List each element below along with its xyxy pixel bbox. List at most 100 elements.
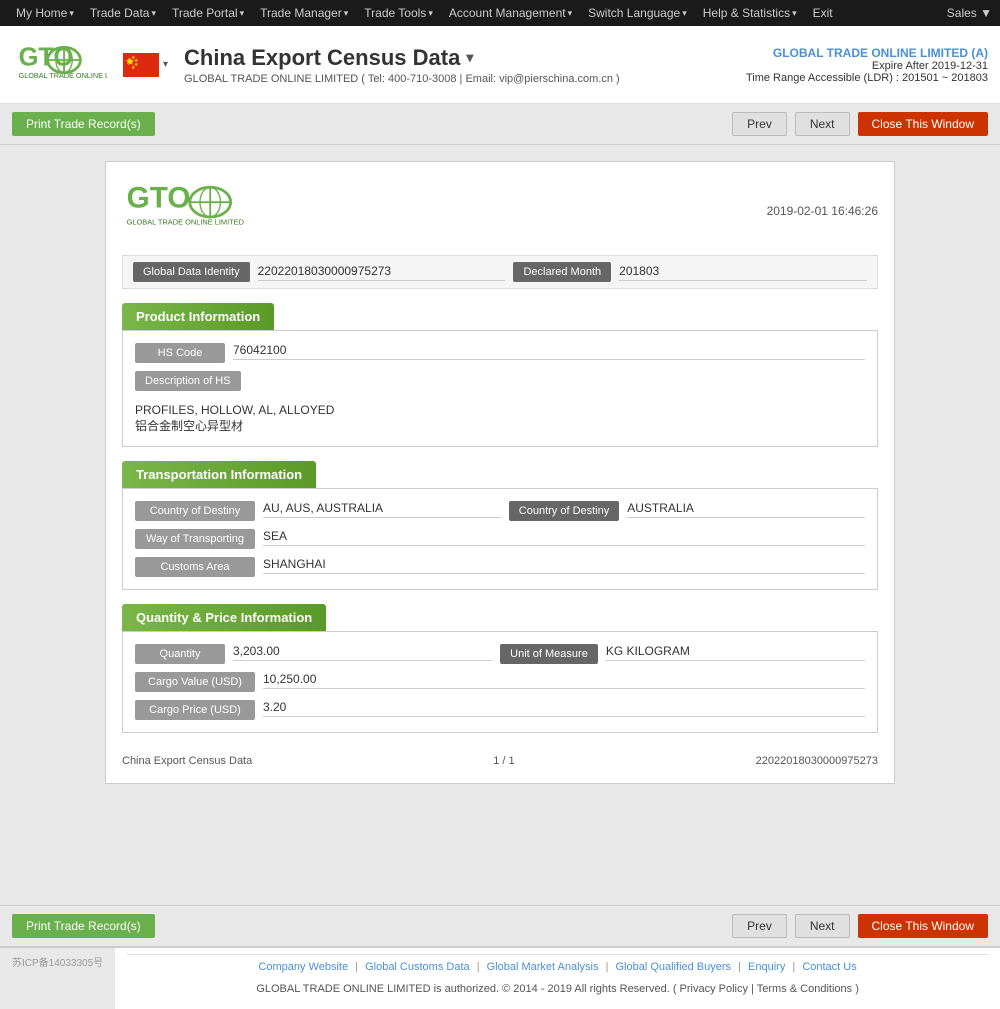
transportation-section: Transportation Information Country of De… — [122, 461, 878, 590]
close-button-top[interactable]: Close This Window — [858, 112, 988, 136]
quantity-row: Quantity 3,203.00 Unit of Measure KG KIL… — [135, 644, 865, 664]
record-datetime: 2019-02-01 16:46:26 — [767, 204, 878, 218]
nav-help-statistics[interactable]: Help & Statistics ▾ — [695, 0, 805, 26]
prev-button-top[interactable]: Prev — [732, 112, 787, 136]
header-bar: GTO GLOBAL TRADE ONLINE LIMITED ★ ★ ★ ★ … — [0, 26, 1000, 104]
product-section-header: Product Information — [122, 303, 274, 330]
hs-code-value: 76042100 — [233, 343, 865, 360]
expire-date: Expire After 2019-12-31 — [746, 60, 988, 72]
nav-trade-portal[interactable]: Trade Portal ▾ — [164, 0, 252, 26]
bottom-toolbar: Print Trade Record(s) Prev Next Close Th… — [0, 905, 1000, 947]
cargo-price-value: 3.20 — [263, 700, 865, 717]
desc-hs-value: PROFILES, HOLLOW, AL, ALLOYED — [135, 403, 334, 417]
footer-links: Company Website | Global Customs Data | … — [127, 954, 988, 979]
header-right: GLOBAL TRADE ONLINE LIMITED (A) Expire A… — [746, 46, 988, 84]
quantity-section: Quantity & Price Information Quantity 3,… — [122, 604, 878, 733]
record-gto-logo-svg: GTO GLOBAL TRADE ONLINE LIMITED — [122, 178, 252, 243]
record-logo: GTO GLOBAL TRADE ONLINE LIMITED — [122, 178, 252, 243]
svg-text:GLOBAL TRADE ONLINE LIMITED: GLOBAL TRADE ONLINE LIMITED — [127, 217, 244, 226]
transport-section-header: Transportation Information — [122, 461, 316, 488]
toolbar-left: Print Trade Record(s) — [12, 112, 155, 136]
cargo-price-row: Cargo Price (USD) 3.20 — [135, 700, 865, 720]
transport-section-body: Country of Destiny AU, AUS, AUSTRALIA Co… — [122, 488, 878, 590]
top-navigation: My Home ▾ Trade Data ▾ Trade Portal ▾ Tr… — [0, 0, 1000, 26]
card-footer: China Export Census Data 1 / 1 220220180… — [122, 747, 878, 767]
quantity-section-header: Quantity & Price Information — [122, 604, 326, 631]
toolbar-right: Prev Next Close This Window — [732, 112, 988, 136]
hs-code-row: HS Code 76042100 — [135, 343, 865, 363]
nav-my-home[interactable]: My Home ▾ — [8, 0, 82, 26]
close-button-bottom[interactable]: Close This Window — [858, 914, 988, 938]
ldr-range: Time Range Accessible (LDR) : 201501 ~ 2… — [746, 72, 988, 84]
link-enquiry[interactable]: Enquiry — [748, 961, 785, 973]
country-dest-row: Country of Destiny AU, AUS, AUSTRALIA Co… — [135, 501, 865, 521]
nav-account-management[interactable]: Account Management ▾ — [441, 0, 580, 26]
country-dest-value: AU, AUS, AUSTRALIA — [263, 501, 501, 518]
nav-exit[interactable]: Exit — [805, 0, 841, 26]
link-global-customs[interactable]: Global Customs Data — [365, 961, 470, 973]
divider-1: | — [355, 961, 358, 973]
footer-center: 1 / 1 — [493, 755, 514, 767]
customs-area-value: SHANGHAI — [263, 557, 865, 574]
cargo-value-label: Cargo Value (USD) — [135, 672, 255, 692]
print-button-bottom[interactable]: Print Trade Record(s) — [12, 914, 155, 938]
desc-hs-label: Description of HS — [135, 371, 241, 391]
china-flag: ★ ★ ★ ★ ★ — [123, 53, 159, 77]
declared-month-value: 201803 — [619, 264, 867, 281]
link-contact-us[interactable]: Contact Us — [802, 961, 856, 973]
product-section-body: HS Code 76042100 Description of HS PROFI… — [122, 330, 878, 447]
top-toolbar: Print Trade Record(s) Prev Next Close Th… — [0, 104, 1000, 145]
unit-value: KG KILOGRAM — [606, 644, 865, 661]
unit-label: Unit of Measure — [500, 644, 598, 664]
link-global-buyers[interactable]: Global Qualified Buyers — [615, 961, 731, 973]
desc-hs-cn: 铝合金制空心异型材 — [135, 417, 334, 434]
gto-logo: GTO GLOBAL TRADE ONLINE LIMITED — [12, 40, 107, 90]
link-global-market[interactable]: Global Market Analysis — [487, 961, 599, 973]
nav-trade-data[interactable]: Trade Data ▾ — [82, 0, 164, 26]
quantity-section-body: Quantity 3,203.00 Unit of Measure KG KIL… — [122, 631, 878, 733]
title-arrow[interactable]: ▾ — [466, 49, 473, 66]
cargo-price-label: Cargo Price (USD) — [135, 700, 255, 720]
hs-code-label: HS Code — [135, 343, 225, 363]
prev-button-bottom[interactable]: Prev — [732, 914, 787, 938]
flag-area: ★ ★ ★ ★ ★ ▾ — [123, 53, 168, 77]
footer-left: China Export Census Data — [122, 755, 252, 767]
icp-number: 苏ICP备14033305号 — [0, 948, 115, 975]
identity-row: Global Data Identity 2202201803000097527… — [122, 255, 878, 289]
nav-switch-language[interactable]: Switch Language ▾ — [580, 0, 695, 26]
country-dest2-label: Country of Destiny — [509, 501, 619, 521]
cargo-value-value: 10,250.00 — [263, 672, 865, 689]
product-section: Product Information HS Code 76042100 Des… — [122, 303, 878, 447]
record-card: GTO GLOBAL TRADE ONLINE LIMITED 2019-02-… — [105, 161, 895, 784]
page-title: China Export Census Data ▾ — [184, 45, 746, 71]
declared-month-label: Declared Month — [513, 262, 611, 282]
svg-text:GTO: GTO — [127, 182, 191, 215]
logo-area: GTO GLOBAL TRADE ONLINE LIMITED — [12, 40, 107, 90]
link-company-website[interactable]: Company Website — [258, 961, 348, 973]
record-header: GTO GLOBAL TRADE ONLINE LIMITED 2019-02-… — [122, 178, 878, 243]
print-button-top[interactable]: Print Trade Record(s) — [12, 112, 155, 136]
divider-5: | — [792, 961, 795, 973]
nav-trade-manager[interactable]: Trade Manager ▾ — [252, 0, 356, 26]
header-subtitle: GLOBAL TRADE ONLINE LIMITED ( Tel: 400-7… — [184, 73, 746, 85]
nav-sales[interactable]: Sales ▼ — [947, 6, 992, 20]
footer-right: 22022018030000975273 — [756, 755, 878, 767]
divider-4: | — [738, 961, 741, 973]
quantity-label: Quantity — [135, 644, 225, 664]
page-footer: 苏ICP备14033305号 Company Website | Global … — [0, 947, 1000, 1009]
customs-area-row: Customs Area SHANGHAI — [135, 557, 865, 577]
nav-trade-tools[interactable]: Trade Tools ▾ — [356, 0, 441, 26]
next-button-top[interactable]: Next — [795, 112, 850, 136]
next-button-bottom[interactable]: Next — [795, 914, 850, 938]
footer-copyright: GLOBAL TRADE ONLINE LIMITED is authorize… — [127, 979, 988, 1003]
way-transport-label: Way of Transporting — [135, 529, 255, 549]
header-center: China Export Census Data ▾ GLOBAL TRADE … — [168, 45, 746, 85]
quantity-value: 3,203.00 — [233, 644, 492, 661]
customs-area-label: Customs Area — [135, 557, 255, 577]
bottom-toolbar-left: Print Trade Record(s) — [12, 914, 155, 938]
country-dest2-value: AUSTRALIA — [627, 501, 865, 518]
bottom-toolbar-right: Prev Next Close This Window — [732, 914, 988, 938]
global-data-identity-label: Global Data Identity — [133, 262, 250, 282]
country-dest-label: Country of Destiny — [135, 501, 255, 521]
desc-hs-row: Description of HS — [135, 371, 865, 391]
